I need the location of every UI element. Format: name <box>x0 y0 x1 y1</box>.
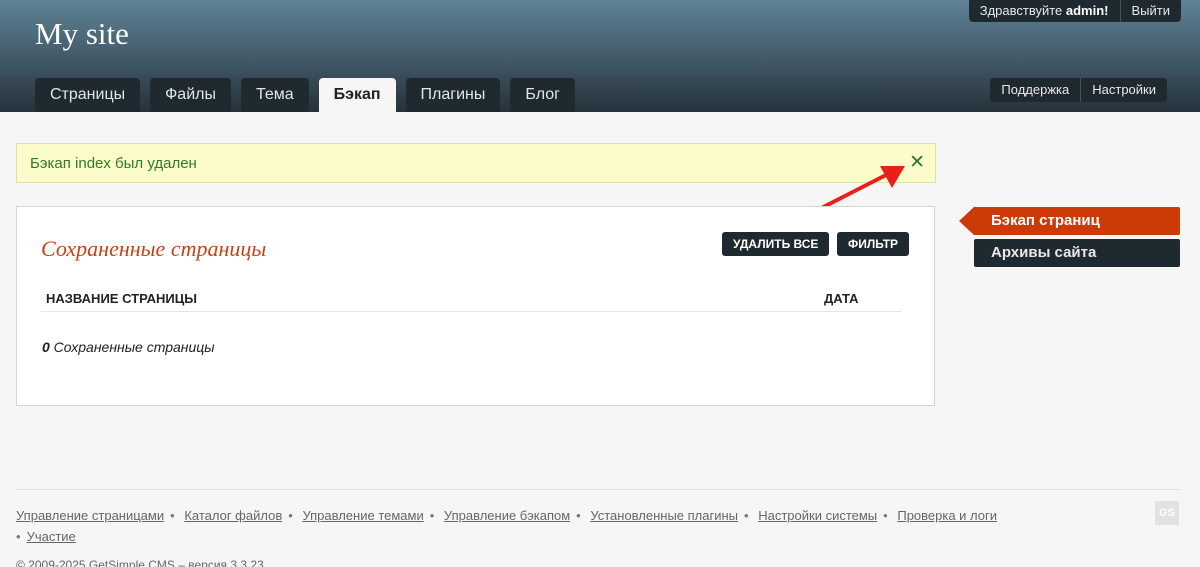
notice-text: Бэкап index был удален <box>30 155 197 172</box>
column-header-date[interactable]: ДАТА <box>824 291 859 306</box>
footer-separator: • <box>288 508 293 523</box>
sidebar-item-page-backups[interactable]: Бэкап страниц <box>974 207 1180 235</box>
footer-links: Управление страницами • Каталог файлов • У… <box>16 505 1026 547</box>
delete-all-button[interactable]: УДАЛИТЬ ВСЕ <box>722 232 830 256</box>
panel-title: Сохраненные страницы <box>41 236 267 261</box>
tab-blog[interactable]: Блог <box>510 78 575 112</box>
logout-link[interactable]: Выйти <box>1120 0 1181 22</box>
footer-link-pages[interactable]: Управление страницами <box>16 508 164 523</box>
main-tabs: Страницы Файлы Тема Бэкап Плагины Блог <box>35 78 585 112</box>
table-divider <box>41 311 902 312</box>
footer-link-logs[interactable]: Проверка и логи <box>897 508 997 523</box>
tab-files[interactable]: Файлы <box>150 78 231 112</box>
footer-separator: • <box>16 529 21 544</box>
footer-link-backup[interactable]: Управление бэкапом <box>444 508 570 523</box>
saved-count-text: Сохраненные страницы <box>49 339 215 355</box>
support-bar: Поддержка Настройки <box>990 78 1167 102</box>
close-icon[interactable]: ✕ <box>909 153 925 173</box>
filter-button[interactable]: ФИЛЬТР <box>837 232 910 256</box>
support-link[interactable]: Поддержка <box>990 78 1082 102</box>
column-header-page-name[interactable]: НАЗВАНИЕ СТРАНИЦЫ <box>46 291 197 306</box>
footer-link-settings[interactable]: Настройки системы <box>758 508 877 523</box>
footer-separator: • <box>170 508 175 523</box>
footer-link-themes[interactable]: Управление темами <box>302 508 423 523</box>
site-title[interactable]: My site <box>35 16 129 52</box>
saved-count: 0 Сохраненные страницы <box>42 339 215 355</box>
header: My site Страницы Файлы Тема Бэкап Плагин… <box>0 0 1200 112</box>
tab-theme[interactable]: Тема <box>240 78 309 112</box>
active-pointer-icon <box>959 207 974 235</box>
footer-separator: • <box>576 508 581 523</box>
greeting[interactable]: Здравствуйте admin! <box>968 0 1121 22</box>
saved-pages-panel: Сохраненные страницы УДАЛИТЬ ВСЕ ФИЛЬТР … <box>16 206 935 406</box>
tab-backup[interactable]: Бэкап <box>318 78 396 112</box>
footer-separator: • <box>744 508 749 523</box>
footer-link-contribute[interactable]: Участие <box>27 529 76 544</box>
copyright: © 2009-2025 GetSimple CMS – версия 3.3.2… <box>16 558 264 567</box>
footer-separator: • <box>429 508 435 523</box>
tab-plugins[interactable]: Плагины <box>405 78 501 112</box>
username: admin! <box>1065 3 1109 18</box>
saved-count-number: 0 <box>42 339 50 355</box>
footer-link-plugins[interactable]: Установленные плагины <box>590 508 738 523</box>
sidebar-item-site-archives[interactable]: Архивы сайта <box>974 239 1180 267</box>
footer-separator: • <box>883 508 888 523</box>
settings-link[interactable]: Настройки <box>1081 78 1167 102</box>
footer-link-files[interactable]: Каталог файлов <box>184 508 282 523</box>
tab-pages[interactable]: Страницы <box>35 78 141 112</box>
footer-divider <box>16 489 1180 490</box>
user-bar: Здравствуйте admin! Выйти <box>968 0 1181 22</box>
greeting-prefix: Здравствуйте <box>979 3 1066 18</box>
gs-logo-icon: GS <box>1155 501 1179 525</box>
